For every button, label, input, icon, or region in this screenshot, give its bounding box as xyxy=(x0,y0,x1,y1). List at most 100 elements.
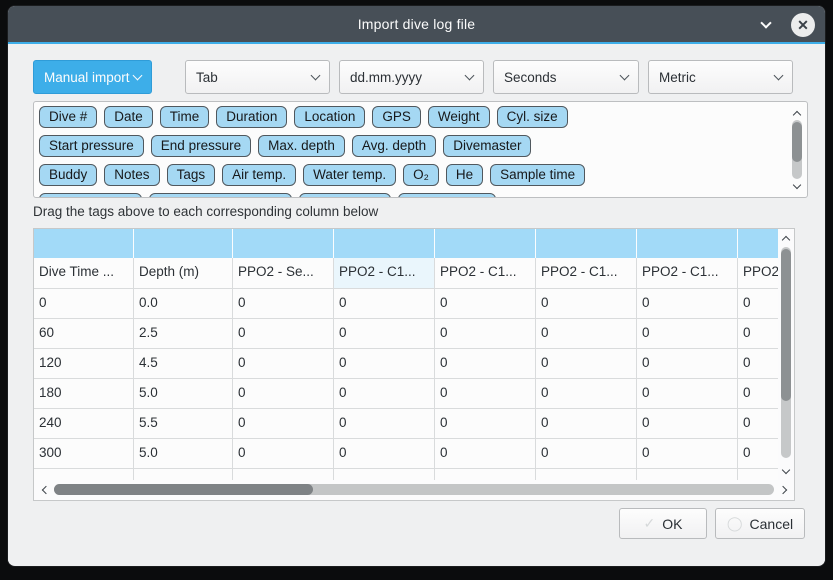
table-cell: 0 xyxy=(738,409,778,439)
table-cell: 0 xyxy=(536,379,637,409)
tag-cyl-size[interactable]: Cyl. size xyxy=(497,106,568,128)
table-cell: 0 xyxy=(637,379,738,409)
drop-target-cell[interactable] xyxy=(233,229,334,258)
tag-max-depth[interactable]: Max. depth xyxy=(258,135,345,157)
units-value: Metric xyxy=(659,70,696,85)
table-cell: 0 xyxy=(334,379,435,409)
tag-water-temp[interactable]: Water temp. xyxy=(303,164,396,186)
close-icon: ✕ xyxy=(797,18,809,32)
tag-he[interactable]: He xyxy=(446,164,483,186)
tag-duration[interactable]: Duration xyxy=(216,106,287,128)
table-row-clipped xyxy=(34,469,778,480)
table-cell: 0 xyxy=(637,289,738,319)
duration-format-select[interactable]: Seconds xyxy=(493,60,639,94)
column-header[interactable]: PPO2 xyxy=(738,258,778,289)
window-title: Import dive log file xyxy=(358,16,476,32)
tag-box-scrollbar xyxy=(789,104,805,195)
column-header[interactable]: PPO2 - C1... xyxy=(435,258,536,289)
import-type-select[interactable]: Manual import xyxy=(33,60,152,94)
drop-target-cell[interactable] xyxy=(334,229,435,258)
scrollbar-track[interactable] xyxy=(54,484,774,495)
tag-weight[interactable]: Weight xyxy=(428,106,490,128)
table-cell: 0 xyxy=(738,319,778,349)
tag-buddy[interactable]: Buddy xyxy=(39,164,97,186)
scroll-up-arrow-icon[interactable] xyxy=(789,106,805,120)
table-cell: 0 xyxy=(435,409,536,439)
scroll-up-arrow-icon[interactable] xyxy=(778,231,794,245)
table-cell: 240 xyxy=(34,409,134,439)
column-header[interactable]: Dive Time ... xyxy=(34,258,134,289)
table-cell: 0 xyxy=(536,409,637,439)
import-options-row: Manual import Tab dd.mm.yyyy Seconds Met… xyxy=(33,60,793,94)
import-type-value: Manual import xyxy=(44,70,130,85)
tag-avg-depth[interactable]: Avg. depth xyxy=(352,135,436,157)
tag-location[interactable]: Location xyxy=(294,106,365,128)
date-format-select[interactable]: dd.mm.yyyy xyxy=(339,60,484,94)
tag-row-clipped: Sample depth Sample temperature Sample p… xyxy=(39,193,783,198)
scrollbar-handle[interactable] xyxy=(792,122,802,162)
tag-notes[interactable]: Notes xyxy=(104,164,159,186)
tag-start-pressure[interactable]: Start pressure xyxy=(39,135,144,157)
drop-target-cell[interactable] xyxy=(738,229,778,258)
ok-button[interactable]: ✓ OK xyxy=(619,508,707,539)
drop-target-cell[interactable] xyxy=(34,229,134,258)
tag-sample-cns[interactable]: Sample CNS xyxy=(398,193,496,198)
chevron-down-icon xyxy=(760,17,771,28)
tag-air-temp[interactable]: Air temp. xyxy=(222,164,296,186)
drop-target-cell[interactable] xyxy=(134,229,233,258)
column-header[interactable]: PPO2 - C1... xyxy=(637,258,738,289)
column-header[interactable]: PPO2 - C1... xyxy=(536,258,637,289)
drop-target-cell[interactable] xyxy=(637,229,738,258)
table-cell: 0 xyxy=(233,349,334,379)
table-cell: 0 xyxy=(637,349,738,379)
scroll-down-arrow-icon[interactable] xyxy=(789,179,805,193)
table-row: 60 2.5 0 0 0 0 0 0 xyxy=(34,319,778,349)
table-cell: 0 xyxy=(738,379,778,409)
table-cell: 0 xyxy=(334,289,435,319)
table-cell: 0 xyxy=(435,379,536,409)
tag-tags[interactable]: Tags xyxy=(167,164,216,186)
chevron-down-icon xyxy=(133,70,143,80)
cancel-button-label: Cancel xyxy=(750,516,794,532)
shade-button[interactable] xyxy=(755,14,777,36)
chevron-down-icon xyxy=(774,70,784,80)
scrollbar-handle[interactable] xyxy=(54,484,313,495)
table-cell: 0 xyxy=(233,439,334,469)
tag-row: Buddy Notes Tags Air temp. Water temp. O… xyxy=(39,164,783,186)
column-header[interactable]: PPO2 - Se... xyxy=(233,258,334,289)
tag-time[interactable]: Time xyxy=(160,106,210,128)
field-separator-select[interactable]: Tab xyxy=(185,60,330,94)
drop-target-cell[interactable] xyxy=(435,229,536,258)
table-cell: 0 xyxy=(536,289,637,319)
tag-sample-time[interactable]: Sample time xyxy=(490,164,585,186)
table-cell: 0 xyxy=(334,439,435,469)
tag-end-pressure[interactable]: End pressure xyxy=(151,135,251,157)
tag-sample-depth[interactable]: Sample depth xyxy=(39,193,142,198)
table-vertical-scrollbar xyxy=(778,229,794,480)
scroll-left-arrow-icon[interactable] xyxy=(36,480,52,500)
close-button[interactable]: ✕ xyxy=(791,13,815,37)
scroll-down-arrow-icon[interactable] xyxy=(778,464,794,478)
tag-o2[interactable]: O₂ xyxy=(403,164,439,186)
cancel-button[interactable]: ◯ Cancel xyxy=(715,508,805,539)
table-row: 180 5.0 0 0 0 0 0 0 xyxy=(34,379,778,409)
field-separator-value: Tab xyxy=(196,70,218,85)
tag-dive-number[interactable]: Dive # xyxy=(39,106,97,128)
column-header-highlighted[interactable]: PPO2 - C1... xyxy=(334,258,435,289)
tag-date[interactable]: Date xyxy=(104,106,153,128)
dialog-body: Manual import Tab dd.mm.yyyy Seconds Met… xyxy=(8,44,825,564)
table-cell: 60 xyxy=(34,319,134,349)
table-cell: 5.0 xyxy=(134,379,233,409)
drop-target-cell[interactable] xyxy=(536,229,637,258)
tag-divemaster[interactable]: Divemaster xyxy=(443,135,531,157)
tag-sample-po2[interactable]: Sample pO₂ xyxy=(299,193,392,198)
table-row: 240 5.5 0 0 0 0 0 0 xyxy=(34,409,778,439)
tag-gps[interactable]: GPS xyxy=(372,106,421,128)
duration-format-value: Seconds xyxy=(504,70,557,85)
tag-sample-temperature[interactable]: Sample temperature xyxy=(149,193,291,198)
table-cell: 0 xyxy=(233,289,334,319)
units-select[interactable]: Metric xyxy=(648,60,793,94)
scroll-right-arrow-icon[interactable] xyxy=(776,480,792,500)
column-header[interactable]: Depth (m) xyxy=(134,258,233,289)
scrollbar-handle[interactable] xyxy=(781,249,791,401)
